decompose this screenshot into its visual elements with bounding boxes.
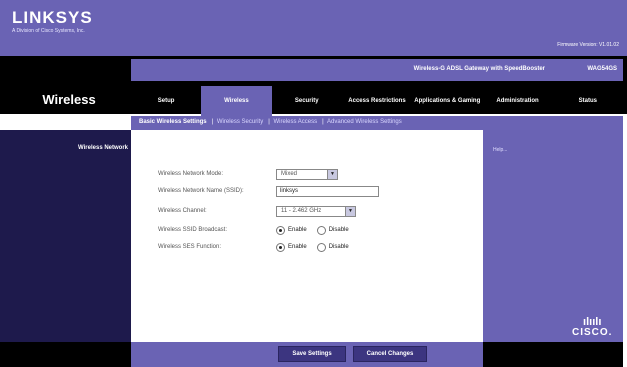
network-mode-label: Wireless Network Mode: [158, 171, 224, 177]
radio-unselected-icon [316, 225, 326, 235]
left-section-heading: Wireless Network [78, 145, 128, 151]
model-number: WAG54GS [587, 66, 617, 72]
subtab-wireless-security[interactable]: Wireless Security [217, 119, 263, 125]
linksys-logo: LINKSYS [12, 8, 93, 27]
tab-status[interactable]: Status [553, 86, 623, 116]
radio-selected-icon [276, 242, 285, 252]
radio-selected-icon [276, 225, 285, 235]
channel-select[interactable]: 11 - 2.462 GHz ▼ [276, 205, 356, 217]
top-header: LINKSYS A Division of Cisco Systems, Inc… [0, 0, 627, 56]
chevron-down-icon: ▼ [327, 169, 337, 179]
cisco-bars-icon: ılıılı [583, 316, 602, 328]
radio-unselected-icon [316, 242, 326, 252]
subtab-separator: | [268, 119, 270, 125]
footer-left [0, 342, 131, 367]
subtab-list: Basic Wireless Settings | Wireless Securi… [139, 119, 404, 125]
subtab-bar: Basic Wireless Settings | Wireless Securi… [131, 116, 623, 130]
subtab-advanced-wireless-settings[interactable]: Advanced Wireless Settings [327, 119, 402, 125]
left-column [0, 130, 131, 342]
ses-enable-radio[interactable]: Enable [276, 242, 307, 252]
help-link[interactable]: Help... [493, 147, 507, 153]
main-tabs: Setup Wireless Security Access Restricti… [131, 86, 623, 116]
tab-wireless[interactable]: Wireless [201, 86, 272, 116]
ses-function-row: Wireless SES Function: Enable Disable [158, 241, 359, 253]
tab-security[interactable]: Security [272, 86, 342, 116]
chevron-down-icon: ▼ [345, 206, 355, 216]
section-title: Wireless [42, 92, 96, 107]
channel-row: Wireless Channel: 11 - 2.462 GHz ▼ [158, 205, 356, 217]
ses-function-label: Wireless SES Function: [158, 244, 222, 250]
product-name: Wireless-G ADSL Gateway with SpeedBooste… [413, 66, 545, 72]
enable-label: Enable [288, 227, 307, 233]
ssid-row: Wireless Network Name (SSID): linksys [158, 185, 379, 197]
product-bar: Wireless-G ADSL Gateway with SpeedBooste… [131, 59, 623, 81]
cancel-changes-button[interactable]: Cancel Changes [353, 346, 427, 362]
cisco-logo: ılıılı CISCO. [572, 316, 613, 339]
firmware-version: Firmware Version: V1.01.02 [557, 42, 619, 48]
ssid-label: Wireless Network Name (SSID): [158, 188, 244, 194]
subtab-basic-wireless-settings[interactable]: Basic Wireless Settings [139, 119, 207, 125]
tab-setup[interactable]: Setup [131, 86, 201, 116]
ssid-broadcast-label: Wireless SSID Broadcast: [158, 227, 228, 233]
ssid-broadcast-row: Wireless SSID Broadcast: Enable Disable [158, 224, 359, 236]
disable-label: Disable [328, 244, 349, 250]
tab-applications-gaming[interactable]: Applications & Gaming [412, 86, 482, 116]
network-mode-select[interactable]: Mixed ▼ [276, 168, 338, 180]
subtab-wireless-access[interactable]: Wireless Access [273, 119, 317, 125]
help-column [483, 130, 623, 342]
logo-subtitle: A Division of Cisco Systems, Inc. [12, 28, 85, 34]
channel-value: 11 - 2.462 GHz [281, 208, 322, 214]
subtab-separator: | [322, 119, 324, 125]
router-admin-page: LINKSYS A Division of Cisco Systems, Inc… [0, 0, 627, 367]
ssid-broadcast-enable-radio[interactable]: Enable [276, 225, 307, 235]
tab-access-restrictions[interactable]: Access Restrictions [342, 86, 412, 116]
disable-label: Disable [328, 227, 349, 233]
tab-administration[interactable]: Administration [482, 86, 552, 116]
ses-disable-radio[interactable]: Disable [316, 242, 349, 252]
network-mode-row: Wireless Network Mode: Mixed ▼ [158, 168, 338, 180]
ssid-input[interactable]: linksys [276, 185, 379, 197]
enable-label: Enable [288, 244, 307, 250]
footer-right [483, 342, 623, 367]
network-mode-value: Mixed [281, 171, 298, 177]
ssid-broadcast-disable-radio[interactable]: Disable [316, 225, 349, 235]
channel-label: Wireless Channel: [158, 208, 207, 214]
cisco-wordmark: CISCO. [572, 327, 613, 338]
subtab-separator: | [211, 119, 214, 125]
save-settings-button[interactable]: Save Settings [278, 346, 346, 362]
